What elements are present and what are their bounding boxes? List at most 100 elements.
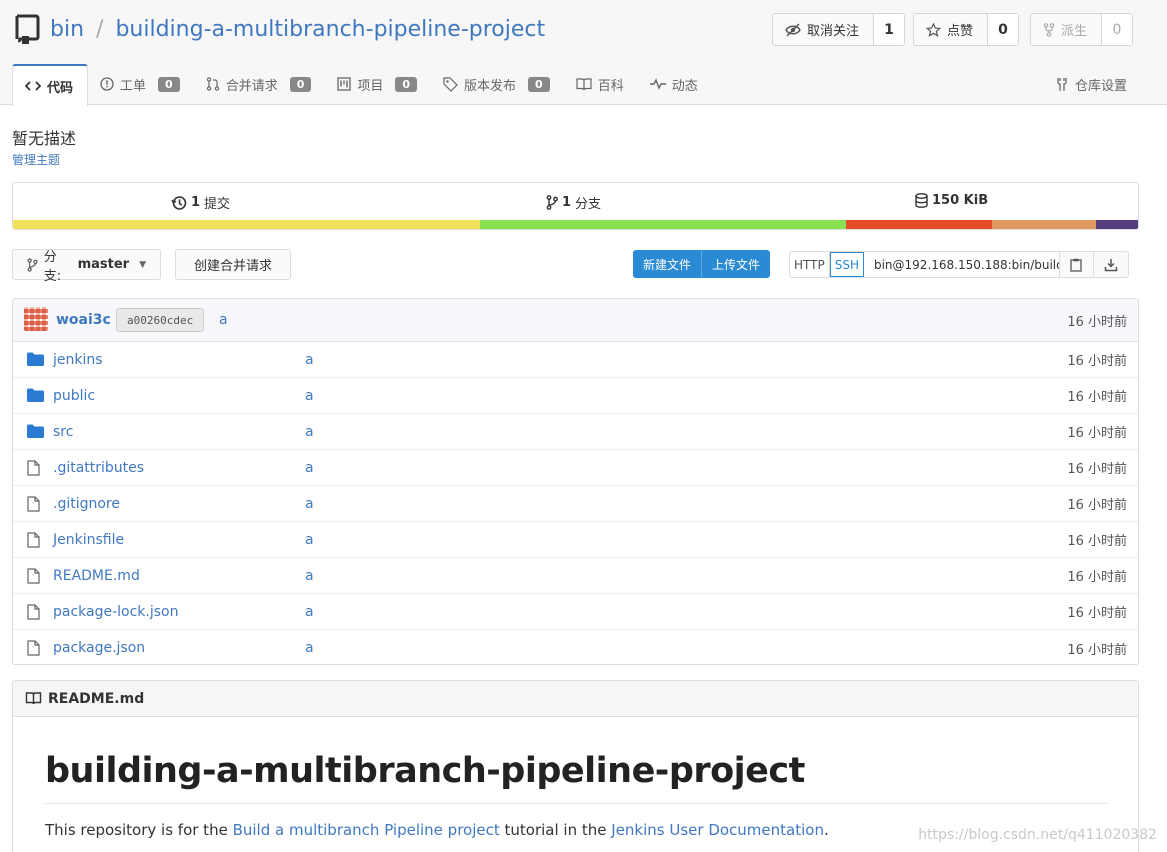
readme-divider [45,803,1108,804]
repo-description: 暂无描述 [12,129,77,148]
file-commit-message-link[interactable]: a [305,532,314,548]
file-commit-message-link[interactable]: a [305,640,314,656]
file-name-link[interactable]: package.json [53,640,145,656]
manage-topics-link[interactable]: 管理主题 [12,151,60,168]
repo-icon [15,14,40,44]
pull-request-icon [206,77,219,91]
branch-name: master [77,257,130,272]
fork-count[interactable]: 0 [1102,14,1133,45]
file-name-link[interactable]: .gitattributes [53,460,144,476]
tab-pull-requests[interactable]: 合并请求 0 [194,63,326,105]
tab-activity[interactable]: 动态 [638,63,712,105]
file-name-link[interactable]: package-lock.json [53,604,179,620]
repo-header: bin / building-a-multibranch-pipeline-pr… [0,0,1167,106]
file-commit-time: 16 小时前 [1067,462,1127,477]
file-commit-time: 16 小时前 [1067,642,1127,658]
avatar[interactable] [24,307,48,331]
tutorial-link[interactable]: Build a multibranch Pipeline project [233,821,500,839]
download-button[interactable] [1093,252,1128,277]
repo-name-link[interactable]: building-a-multibranch-pipeline-project [115,17,545,42]
file-icon [27,460,40,480]
commit-message-link[interactable]: a [219,312,228,328]
file-row: src a 16 小时前 [13,414,1138,450]
fork-button[interactable]: 派生 0 [1030,13,1134,46]
tab-wiki[interactable]: 百科 [564,63,638,105]
jenkins-docs-link[interactable]: Jenkins User Documentation [611,821,824,839]
file-commit-time: 16 小时前 [1067,390,1127,405]
star-label: 点赞 [947,24,974,39]
caret-down-icon: ▼ [139,259,146,270]
tab-code[interactable]: 代码 [12,64,89,106]
book-icon [25,692,42,705]
file-row: package-lock.json a 16 小时前 [13,594,1138,630]
file-commit-message-link[interactable]: a [305,424,314,440]
book-icon [576,77,592,90]
language-segment [479,220,846,229]
issue-icon [100,77,114,91]
tab-label: 代码 [47,80,74,96]
clone-box: HTTP SSH bin@192.168.150.188:bin/buildin… [789,251,1129,278]
file-name-link[interactable]: public [53,388,95,404]
file-name-link[interactable]: src [53,424,73,440]
upload-file-button[interactable]: 上传文件 [701,250,771,278]
commits-stat[interactable]: 1 提交 [171,193,230,212]
tab-label: 百科 [597,78,624,94]
tab-label: 版本发布 [464,78,517,94]
file-commit-message-link[interactable]: a [305,352,314,368]
tab-releases[interactable]: 版本发布 0 [431,63,564,105]
ssh-clone-button[interactable]: SSH [829,252,864,277]
language-segment [13,220,480,229]
tab-count-badge: 0 [158,76,180,92]
file-row: public a 16 小时前 [13,378,1138,414]
file-commit-message-link[interactable]: a [305,496,314,512]
language-bar[interactable] [13,220,1138,229]
file-commit-message-link[interactable]: a [305,460,314,476]
file-name-link[interactable]: .gitignore [53,496,120,512]
folder-icon [27,424,44,442]
star-icon [926,22,941,37]
file-name-link[interactable]: jenkins [53,352,103,368]
file-icon [27,568,40,588]
pulse-icon [649,78,666,90]
commit-author-link[interactable]: woai3c [56,312,111,328]
file-commit-message-link[interactable]: a [305,388,314,404]
readme-paragraph: This repository is for the Build a multi… [45,821,829,839]
file-commit-time: 16 小时前 [1067,606,1127,621]
tab-label: 项目 [357,78,384,94]
watch-button[interactable]: 取消关注 1 [772,13,906,46]
fork-label: 派生 [1061,24,1088,39]
http-clone-button[interactable]: HTTP [790,252,830,277]
watch-label: 取消关注 [807,24,860,39]
file-row: jenkins a 16 小时前 [13,342,1138,378]
tab-label: 动态 [671,78,698,94]
file-name-link[interactable]: Jenkinsfile [53,532,124,548]
repo-size: 150 KiB [932,193,989,208]
tab-settings[interactable]: 仓库设置 [1055,63,1127,105]
file-commit-message-link[interactable]: a [305,568,314,584]
fork-icon [1043,22,1055,37]
repo-owner-link[interactable]: bin [50,17,84,42]
tab-issues[interactable]: 工单 0 [88,63,194,105]
history-icon [171,195,187,210]
branch-select[interactable]: 分支: master ▼ [12,249,161,284]
readme-filename: README.md [48,690,145,707]
eye-slash-icon [785,23,801,36]
star-count[interactable]: 0 [988,14,1019,45]
file-icon [27,604,40,624]
branches-count: 1 [562,195,572,210]
watch-count[interactable]: 1 [874,14,905,45]
branch-icon [546,195,558,210]
readme-text: This repository is for the [45,821,233,839]
file-commit-message-link[interactable]: a [305,604,314,620]
branches-stat[interactable]: 1 分支 [546,193,601,212]
tab-projects[interactable]: 项目 0 [325,63,431,105]
clone-url-input[interactable]: bin@192.168.150.188:bin/building-a-multi… [864,252,1060,277]
size-stat: 150 KiB [915,193,992,208]
latest-commit: woai3c a00260cdec a 16 小时前 [13,299,1138,342]
star-button[interactable]: 点赞 0 [913,13,1020,46]
new-file-button[interactable]: 新建文件 [633,250,702,278]
commit-sha[interactable]: a00260cdec [116,308,205,332]
file-name-link[interactable]: README.md [53,568,140,584]
new-pull-request-button[interactable]: 创建合并请求 [175,249,291,280]
copy-url-button[interactable] [1059,252,1094,277]
